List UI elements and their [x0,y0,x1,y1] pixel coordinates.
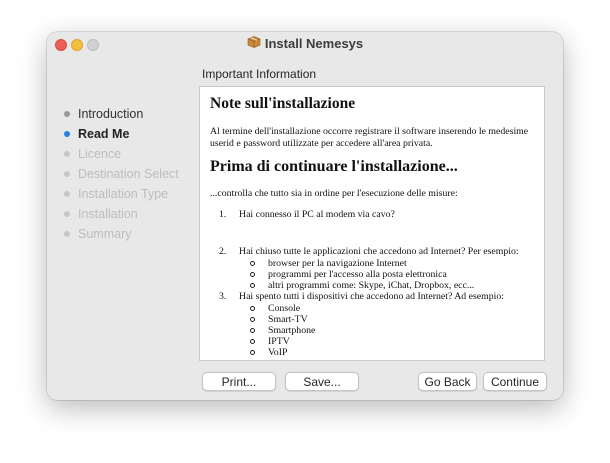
sub-item-text: VoIP [268,347,288,358]
sub-item-text: Console [268,303,301,314]
continue-button[interactable]: Continue [483,372,547,391]
sub-list: browser per la navigazione Internet prog… [239,258,534,291]
checklist-item: 3. Hai spento tutti i dispositivi che ac… [210,291,534,358]
package-icon [247,35,261,52]
step-label: Read Me [78,127,130,141]
step-label: Licence [78,147,122,161]
step-introduction: Introduction [62,104,179,124]
step-dot [64,191,70,197]
step-dot [64,211,70,217]
step-dot [64,171,70,177]
checklist: 1. Hai connesso il PC al modem via cavo?… [210,209,534,358]
print-button[interactable]: Print... [202,372,276,391]
step-dot [64,131,70,137]
sub-list-item: Smart-TV [239,314,534,325]
sub-list-item: Smartphone [239,325,534,336]
sub-list-item: programmi per l'accesso alla posta elett… [239,269,534,280]
document-heading-before: Prima di continuare l'installazione... [210,158,458,175]
step-dot [64,151,70,157]
item-text: Hai chiuso tutte le applicazioni che acc… [239,246,519,257]
item-text: Hai spento tutti i dispositivi che acced… [239,291,504,302]
window-title: Install Nemesys [264,36,364,51]
circle-bullet-icon [250,261,255,266]
checklist-item: 1. Hai connesso il PC al modem via cavo? [210,209,534,221]
step-label: Destination Select [78,167,179,181]
step-licence: Licence [62,144,179,164]
readme-content[interactable]: Note sull'installazione Al termine dell'… [199,86,545,361]
save-button[interactable]: Save... [285,372,359,391]
circle-bullet-icon [250,317,255,322]
document-paragraph: Al termine dell'installazione occorre re… [210,126,529,149]
checklist-item: 2. Hai chiuso tutte le applicazioni che … [210,246,534,291]
step-summary: Summary [62,224,179,244]
step-read-me: Read Me [62,124,179,144]
sub-item-text: Smart-TV [268,314,308,325]
go-back-button[interactable]: Go Back [418,372,477,391]
step-dot [64,231,70,237]
sub-list-item: altri programmi come: Skype, iChat, Drop… [239,280,534,291]
sub-list: Console Smart-TV Smartphone IPTV VoIP [239,303,534,358]
step-label: Installation Type [78,187,169,201]
sub-item-text: Smartphone [268,325,316,336]
sub-item-text: IPTV [268,336,290,347]
installer-steps: Introduction Read Me Licence Destination… [62,104,179,244]
circle-bullet-icon [250,328,255,333]
sub-list-item: browser per la navigazione Internet [239,258,534,269]
item-number: 3. [219,291,227,302]
circle-bullet-icon [250,283,255,288]
sub-list-item: VoIP [239,347,534,358]
document-intro: ...controlla che tutto sia in ordine per… [210,188,458,199]
sub-item-text: browser per la navigazione Internet [268,258,407,269]
step-installation: Installation [62,204,179,224]
sub-list-item: Console [239,303,534,314]
document-heading-notes: Note sull'installazione [210,95,356,112]
sub-item-text: altri programmi come: Skype, iChat, Drop… [268,280,475,291]
circle-bullet-icon [250,306,255,311]
step-destination-select: Destination Select [62,164,179,184]
sub-list-item: IPTV [239,336,534,347]
installer-window: Install Nemesys Important Information In… [47,32,563,400]
item-number: 2. [219,246,227,257]
circle-bullet-icon [250,350,255,355]
step-label: Summary [78,227,132,241]
step-dot [64,111,70,117]
title-bar[interactable]: Install Nemesys [47,32,563,56]
window-title-group: Install Nemesys [47,36,563,53]
step-installation-type: Installation Type [62,184,179,204]
item-number: 1. [219,209,227,220]
item-text: Hai connesso il PC al modem via cavo? [239,209,395,220]
step-label: Installation [78,207,138,221]
circle-bullet-icon [250,339,255,344]
sub-item-text: programmi per l'accesso alla posta elett… [268,269,447,280]
step-label: Introduction [78,107,144,121]
section-heading: Important Information [202,67,317,81]
circle-bullet-icon [250,272,255,277]
